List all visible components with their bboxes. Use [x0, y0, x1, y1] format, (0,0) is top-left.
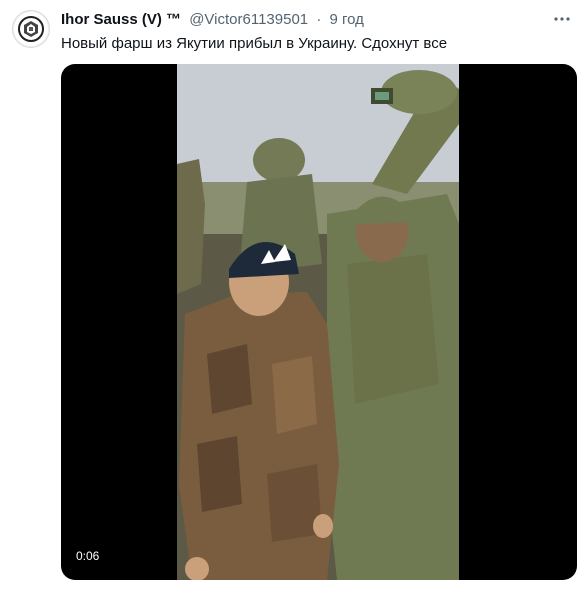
video-player[interactable]: 0:06 [61, 64, 577, 580]
author-handle[interactable]: @Victor61139501 [189, 11, 308, 28]
tweet-header: Ihor Sauss (V) ™ @Victor61139501 · 9 год [61, 10, 573, 30]
separator-dot: · [316, 11, 322, 28]
tweet-time[interactable]: 9 год [329, 11, 363, 28]
video-frame [177, 64, 459, 580]
video-timestamp: 0:06 [71, 547, 105, 566]
tweet-text: Новый фарш из Якутии прибыл в Украину. С… [61, 35, 448, 52]
more-horizontal-icon[interactable] [551, 10, 573, 30]
video-scene-image [177, 64, 459, 580]
avatar[interactable] [12, 10, 50, 48]
author-name[interactable]: Ihor Sauss (V) ™ [61, 11, 181, 28]
avatar-logo-icon [14, 12, 48, 46]
